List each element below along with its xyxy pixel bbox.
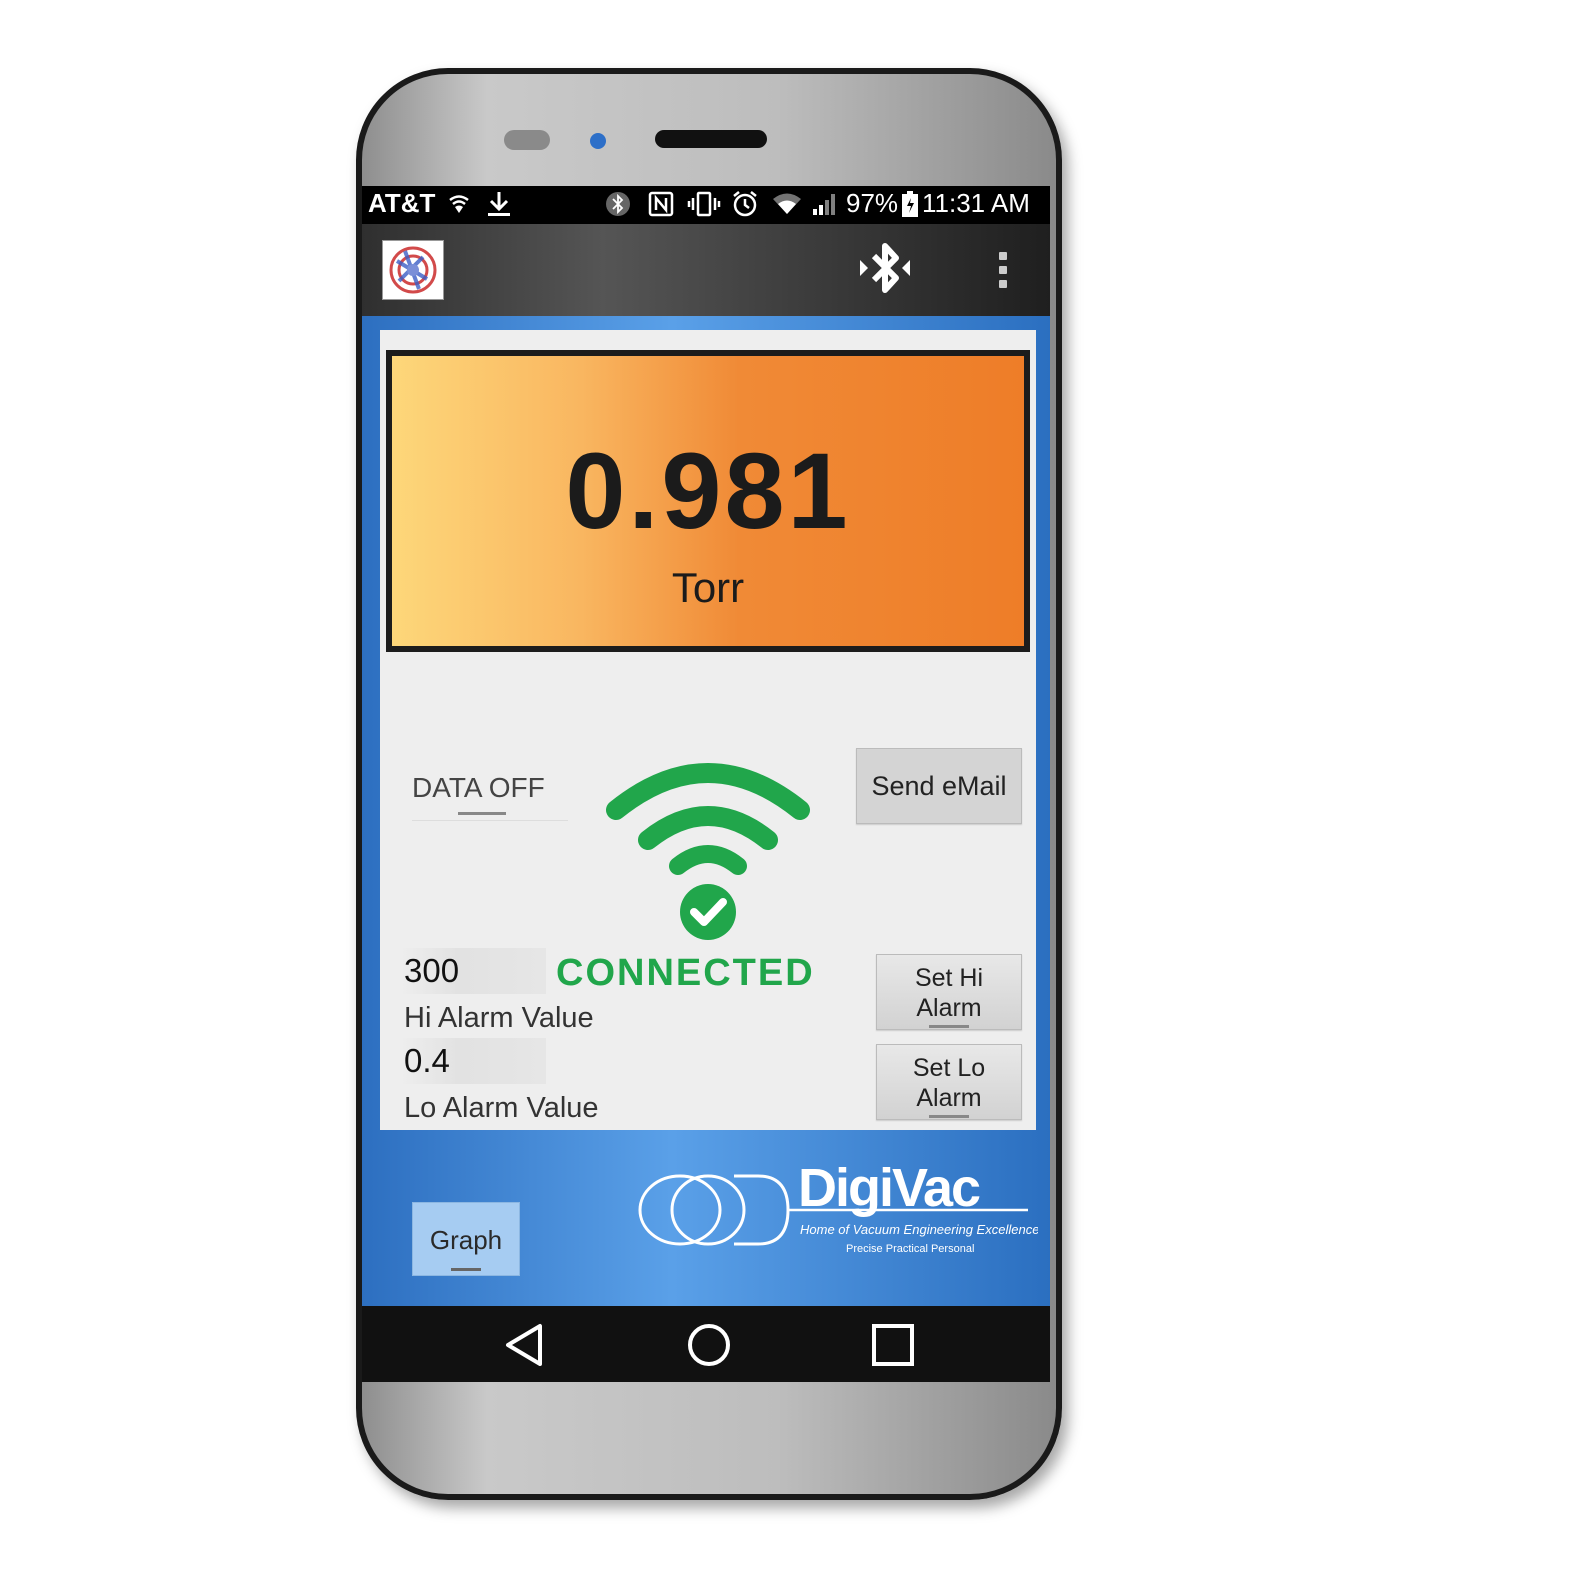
home-icon[interactable] [684,1320,734,1370]
hi-alarm-input[interactable]: 300 [400,948,546,994]
lo-alarm-label: Lo Alarm Value [404,1092,599,1124]
graph-button-label: Graph [429,1225,503,1255]
signal-icon [810,190,840,218]
earpiece-speaker [655,130,767,148]
set-hi-alarm-button[interactable]: Set Hi Alarm [876,954,1022,1030]
digivac-logo: DigiVac Home of Vacuum Engineering Excel… [638,1142,1039,1272]
clock-time: 11:31 AM [922,188,1030,218]
status-bar: AT&T 97% 11:31 AM [362,186,1050,224]
alarm-icon [730,190,760,218]
pressure-reading-display: 0.981 Torr [386,350,1030,652]
data-toggle-label: DATA OFF [412,772,545,803]
button-underline [929,1025,969,1028]
battery-icon [900,190,920,218]
carrier-label: AT&T [368,188,436,218]
pressure-unit: Torr [671,564,745,611]
set-hi-alarm-line2: Alarm [916,994,982,1022]
lo-alarm-input[interactable]: 0.4 [400,1038,546,1084]
brand-tagline: Home of Vacuum Engineering Excellence [800,1222,1038,1237]
brand-motto: Precise Practical Personal [846,1243,974,1255]
app-logo-icon [382,240,444,300]
front-camera [590,133,606,149]
button-underline [451,1268,481,1271]
send-email-button[interactable]: Send eMail [856,748,1022,824]
wifi-icon [772,190,802,218]
phone-screen: AT&T 97% 11:31 AM 0.981 Torr DATA OFF Se… [362,186,1050,1382]
wifi-hotspot-icon [446,190,472,218]
connection-status: CONNECTED [556,952,815,994]
app-bar [362,224,1050,316]
android-nav-bar [362,1306,1050,1382]
bluetooth-connect-button[interactable] [852,234,922,304]
recent-apps-icon[interactable] [868,1320,918,1370]
set-lo-alarm-line2: Alarm [916,1084,982,1112]
pressure-value: 0.981 [565,430,851,551]
graph-button[interactable]: Graph [412,1202,520,1276]
set-lo-alarm-line1: Set Lo [912,1054,986,1082]
toggle-indicator [458,812,506,815]
nfc-icon [648,190,674,218]
battery-percent: 97% [846,188,899,218]
hi-alarm-label: Hi Alarm Value [404,1002,594,1034]
set-lo-alarm-button[interactable]: Set Lo Alarm [876,1044,1022,1120]
wifi-connected-icon [602,760,814,940]
sensor-pill [504,130,550,150]
download-icon [486,190,512,218]
brand-name: DigiVac [798,1158,980,1218]
toggle-underline [412,820,568,821]
set-hi-alarm-line1: Set Hi [914,964,984,992]
data-toggle[interactable]: DATA OFF [412,766,568,822]
vibrate-icon [686,190,722,218]
back-icon[interactable] [500,1320,550,1370]
main-panel: 0.981 Torr DATA OFF Send eMail CONNECTED [380,330,1036,1130]
button-underline [929,1115,969,1118]
overflow-menu-icon[interactable] [988,246,1018,296]
bluetooth-icon [604,190,632,218]
app-content: 0.981 Torr DATA OFF Send eMail CONNECTED [362,316,1050,1306]
